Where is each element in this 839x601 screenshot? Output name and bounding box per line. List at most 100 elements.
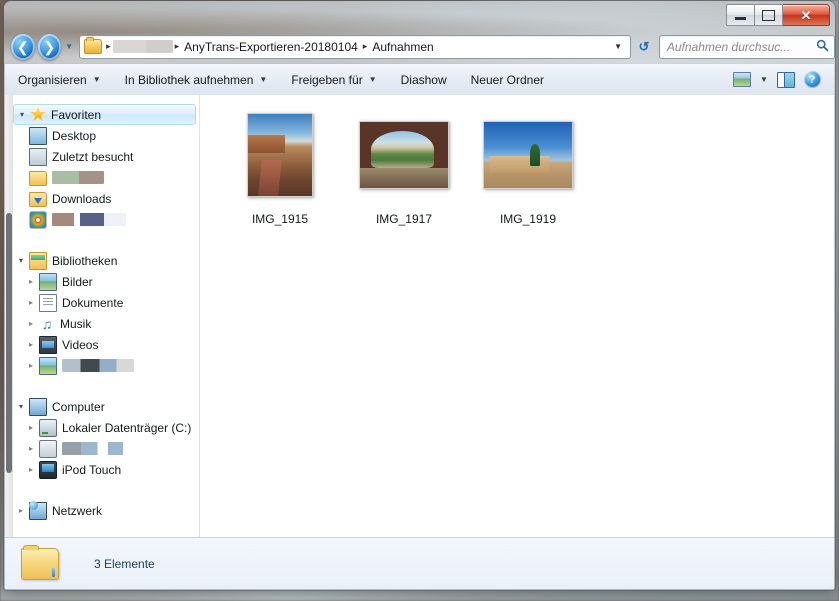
minimize-icon: [735, 16, 746, 20]
new-folder-button[interactable]: Neuer Ordner: [460, 67, 555, 92]
forward-button[interactable]: ❯: [37, 33, 62, 60]
sidebar-item-label: Downloads: [52, 191, 112, 206]
thumbnail-wrap: [247, 107, 313, 203]
refresh-button[interactable]: ↺: [633, 36, 655, 58]
breadcrumb-separator: ▸: [362, 41, 368, 51]
expander-closed-icon[interactable]: ▸: [29, 423, 39, 432]
expander-closed-icon[interactable]: ▸: [29, 340, 39, 349]
file-item[interactable]: IMG_1917: [342, 107, 466, 226]
sidebar-group-netzwerk: ▸ Netzwerk: [5, 500, 199, 521]
file-item[interactable]: IMG_1919: [466, 107, 590, 226]
photo-thumbnail[interactable]: [359, 121, 449, 189]
photo-thumbnail[interactable]: [247, 113, 313, 197]
expander-closed-icon[interactable]: ▸: [29, 298, 39, 307]
sidebar-item-favoriten[interactable]: ▾ Favoriten: [13, 104, 196, 125]
slideshow-button[interactable]: Diashow: [390, 67, 458, 92]
address-bar[interactable]: ▸ ▸ AnyTrans-Exportieren-20180104 ▸ Aufn…: [79, 34, 632, 59]
expander-closed-icon[interactable]: ▸: [29, 465, 39, 474]
sidebar-item-dokumente[interactable]: ▸ Dokumente: [5, 292, 199, 313]
help-button[interactable]: ?: [799, 68, 825, 91]
redacted-label: [52, 213, 126, 226]
help-icon: ?: [803, 71, 821, 88]
organize-button[interactable]: Organisieren ▼: [7, 67, 112, 92]
sidebar-item-bilder[interactable]: ▸ Bilder: [5, 271, 199, 292]
pictures-icon: [39, 272, 57, 291]
sidebar-item-label: Videos: [62, 337, 99, 352]
sidebar-item-ipod-touch[interactable]: ▸ iPod Touch: [5, 459, 199, 480]
sidebar-item-lokaler-datentraeger[interactable]: ▸ Lokaler Datenträger (C:): [5, 417, 199, 438]
sidebar-item-zuletzt-besucht[interactable]: Zuletzt besucht: [5, 146, 199, 167]
file-list-pane[interactable]: IMG_1915 IMG_1917 IMG_1919: [200, 95, 834, 537]
thumbnail-wrap: [359, 107, 449, 203]
close-icon: ✕: [800, 7, 812, 23]
search-box[interactable]: Aufnahmen durchsuc...: [658, 34, 835, 59]
preview-pane-button[interactable]: [773, 68, 799, 91]
title-bar: ✕: [4, 1, 835, 29]
expander-closed-icon[interactable]: ▸: [19, 506, 29, 515]
new-folder-label: Neuer Ordner: [470, 72, 545, 87]
sidebar-item-label: Zuletzt besucht: [52, 149, 134, 164]
sidebar-scrollbar[interactable]: [5, 95, 13, 537]
expander-closed-icon[interactable]: ▸: [29, 361, 39, 370]
file-grid: IMG_1915 IMG_1917 IMG_1919: [218, 107, 590, 226]
expander-closed-icon[interactable]: ▸: [29, 319, 39, 328]
expander-closed-icon[interactable]: ▸: [29, 444, 39, 453]
expander-open-icon[interactable]: ▾: [19, 256, 29, 265]
include-in-library-label: In Bibliothek aufnehmen: [124, 72, 254, 87]
sidebar-item-downloads[interactable]: Downloads: [5, 188, 199, 209]
expander-open-icon[interactable]: ▾: [19, 402, 29, 411]
organize-label: Organisieren: [18, 72, 87, 87]
breadcrumb-aufnahmen[interactable]: Aufnahmen: [369, 40, 436, 54]
sidebar-item-label: Lokaler Datenträger (C:): [62, 420, 192, 435]
sidebar-item-videos[interactable]: ▸ Videos: [5, 334, 199, 355]
history-dropdown-button[interactable]: ▼: [65, 42, 73, 51]
chevron-down-icon: ▼: [65, 42, 74, 51]
address-dropdown-icon[interactable]: ▼: [606, 42, 630, 51]
library-item-icon: [39, 356, 57, 375]
thumbnail-wrap: [483, 107, 573, 203]
refresh-icon: ↺: [638, 38, 650, 54]
sidebar-item-redacted-drive[interactable]: ▸: [5, 438, 199, 459]
toolbar-right-group: ▼ ?: [729, 68, 834, 91]
sidebar-item-label: Netzwerk: [52, 503, 103, 518]
redacted-label: [62, 359, 134, 372]
photo-thumbnail[interactable]: [483, 121, 573, 189]
sidebar-item-label: Bibliotheken: [52, 253, 118, 268]
network-icon: [29, 500, 47, 520]
back-arrow-icon: ❮: [16, 38, 29, 55]
minimize-button[interactable]: [726, 4, 755, 26]
sidebar-item-musik[interactable]: ▸ ♫ Musik: [5, 313, 199, 334]
close-button[interactable]: ✕: [783, 4, 830, 26]
videos-icon: [39, 335, 57, 354]
command-toolbar: Organisieren ▼ In Bibliothek aufnehmen ▼…: [5, 64, 834, 96]
slideshow-label: Diashow: [400, 72, 447, 87]
back-button[interactable]: ❮: [11, 33, 35, 60]
expander-open-icon[interactable]: ▾: [20, 110, 30, 119]
sidebar-item-desktop[interactable]: Desktop: [5, 125, 199, 146]
breadcrumb-redacted-segment[interactable]: [112, 40, 173, 53]
file-item[interactable]: IMG_1915: [218, 107, 342, 226]
search-input[interactable]: Aufnahmen durchsuc...: [660, 40, 812, 54]
expander-closed-icon[interactable]: ▸: [29, 277, 39, 286]
recent-places-icon: [29, 147, 47, 166]
sidebar-item-redacted-folder[interactable]: [5, 167, 199, 188]
item-count-label: 3 Elemente: [94, 556, 155, 571]
sidebar-item-computer[interactable]: ▾ Computer: [5, 396, 199, 417]
share-with-button[interactable]: Freigeben für ▼: [280, 67, 387, 92]
downloads-icon: [29, 192, 47, 207]
include-in-library-button[interactable]: In Bibliothek aufnehmen ▼: [114, 67, 279, 92]
change-view-button[interactable]: [729, 68, 755, 91]
view-dropdown-button[interactable]: ▼: [755, 68, 773, 91]
redacted-label: [52, 171, 104, 184]
maximize-button[interactable]: [755, 4, 783, 26]
breadcrumb-anytrans-export[interactable]: AnyTrans-Exportieren-20180104: [181, 40, 361, 54]
folder-icon: [84, 37, 103, 54]
address-bar-row: ❮ ❯ ▼ ▸ ▸ AnyTrans-Exportieren-20180104 …: [4, 30, 835, 63]
sidebar-item-netzwerk[interactable]: ▸ Netzwerk: [5, 500, 199, 521]
star-icon: [30, 106, 46, 122]
sidebar-item-redacted-library[interactable]: ▸: [5, 355, 199, 376]
sidebar-item-redacted-photos[interactable]: [5, 209, 199, 230]
sidebar-scrollbar-thumb[interactable]: [6, 213, 12, 473]
sidebar-item-bibliotheken[interactable]: ▾ Bibliotheken: [5, 250, 199, 271]
file-name: IMG_1917: [375, 212, 433, 226]
